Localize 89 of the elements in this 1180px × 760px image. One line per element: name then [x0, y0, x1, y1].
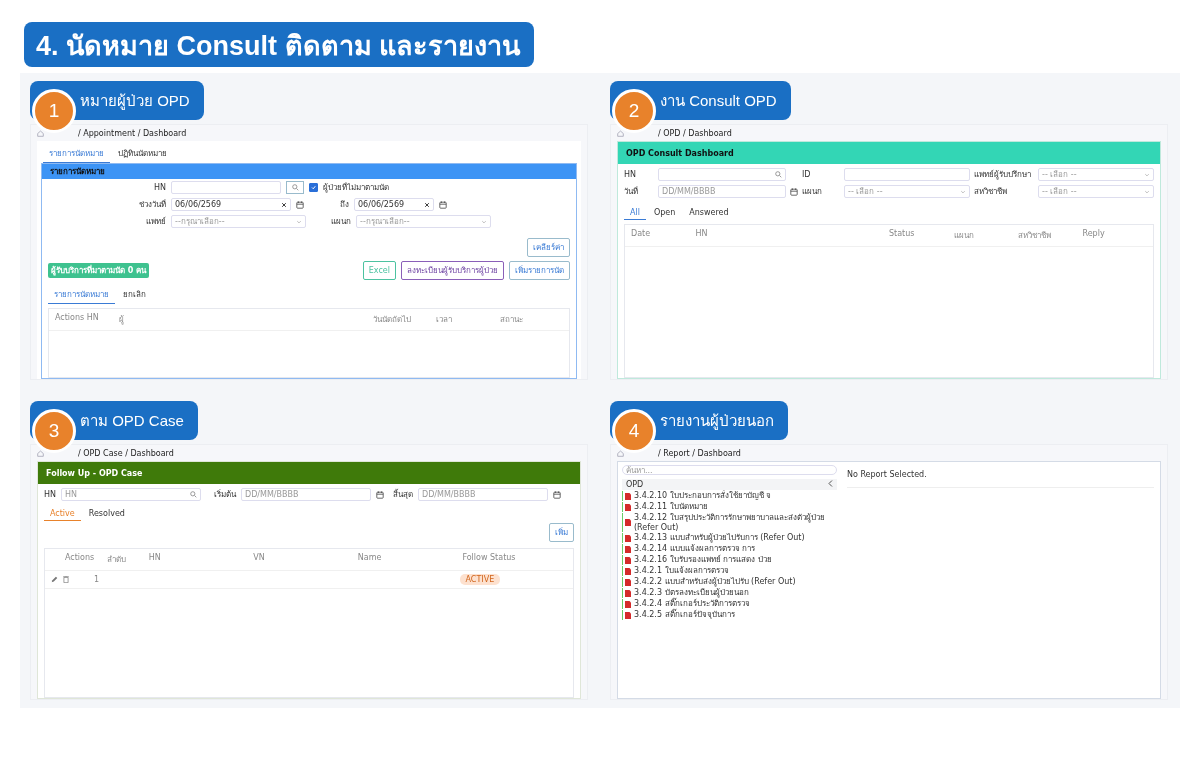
- page-title: 4. นัดหมาย Consult ติดตาม และรายงาน: [24, 22, 534, 67]
- caret-icon: [1144, 171, 1150, 178]
- tab[interactable]: Answered: [683, 206, 735, 220]
- column-header: Actions: [55, 313, 86, 324]
- card-header: รายการนัดหมาย: [42, 164, 576, 179]
- column-header: VN: [253, 553, 266, 564]
- search-icon: [190, 491, 197, 498]
- search-icon: [291, 184, 299, 191]
- tab[interactable]: All: [624, 206, 646, 220]
- field-label: แผนก: [802, 186, 823, 198]
- column-header: HN: [695, 229, 708, 238]
- id-field[interactable]: [844, 168, 970, 181]
- column-header: สถานะ: [499, 314, 524, 326]
- field-label: HN: [44, 490, 56, 499]
- column-header: HN: [86, 313, 100, 324]
- register-button[interactable]: ลงทะเบียนผู้รับบริการผู้ป่วย: [401, 261, 504, 280]
- column-header: Date: [631, 229, 651, 238]
- hn-field[interactable]: [171, 181, 281, 194]
- count-badge: ผู้รับบริการที่มาตามนัด 0 คน: [48, 263, 150, 278]
- add-button[interactable]: เพิ่ม: [549, 523, 574, 542]
- field-label: แพทย์ผู้รับปรึกษา: [974, 169, 1032, 181]
- search-button[interactable]: [286, 181, 304, 194]
- column-header: Follow Status: [462, 553, 517, 564]
- check-icon: [311, 185, 316, 190]
- column-header: HN: [148, 553, 162, 564]
- caret-icon: [1144, 188, 1150, 195]
- calendar-icon[interactable]: [376, 490, 384, 499]
- calendar-icon[interactable]: [296, 200, 304, 209]
- home-icon[interactable]: [37, 449, 44, 457]
- home-icon[interactable]: [37, 129, 44, 137]
- column-header: วันนัดถัดไป: [372, 314, 412, 326]
- clear-icon[interactable]: [281, 201, 287, 208]
- home-icon[interactable]: [617, 449, 624, 457]
- card-header: Follow Up - OPD Case: [38, 462, 580, 484]
- status-badge: ACTIVE: [459, 574, 501, 585]
- delete-icon[interactable]: [63, 576, 69, 583]
- field-label: แผนก: [330, 216, 351, 228]
- hn-field[interactable]: [658, 168, 786, 181]
- group-header[interactable]: OPD: [622, 479, 837, 490]
- clear-icon[interactable]: [424, 201, 430, 208]
- tab[interactable]: รายการนัดหมาย: [43, 145, 110, 163]
- checkbox-label: ผู้ป่วยที่ไม่มาตามนัด: [323, 181, 389, 194]
- field-label: วันที่: [624, 185, 639, 198]
- tab[interactable]: ปฏิทินนัดหมาย: [112, 145, 173, 163]
- breadcrumb: / OPD / Dashboard: [657, 128, 732, 138]
- column-header: สหวิชาชีพ: [1018, 231, 1051, 240]
- column-header: Name: [357, 553, 383, 564]
- table-cell: 1: [94, 575, 100, 584]
- date-field[interactable]: 06/06/2569: [171, 198, 291, 211]
- calendar-icon[interactable]: [790, 187, 798, 196]
- field-label: HN: [624, 170, 637, 179]
- field-label: ช่วงวันที่: [138, 198, 166, 211]
- search-icon: [775, 171, 782, 178]
- chevron-icon[interactable]: [828, 480, 833, 487]
- column-header: เวลา: [436, 314, 453, 326]
- field-label: แพทย์: [145, 216, 166, 228]
- tab[interactable]: Open: [647, 206, 682, 220]
- edit-icon[interactable]: [51, 576, 58, 583]
- breadcrumb: / Report / Dashboard: [657, 448, 741, 458]
- field-label: HN: [153, 183, 166, 192]
- column-header: ผู้: [118, 314, 125, 326]
- calendar-icon[interactable]: [439, 200, 447, 209]
- clear-button[interactable]: เคลียร์ค่า: [527, 238, 570, 257]
- home-icon[interactable]: [617, 129, 624, 137]
- field-label: เริ่มต้น: [214, 488, 236, 501]
- field-label: สหวิชาชีพ: [974, 186, 1008, 198]
- caret-icon: [481, 218, 487, 225]
- column-header: ลำดับ: [106, 554, 127, 566]
- card-header: OPD Consult Dashboard: [618, 142, 1160, 164]
- field-label: ID: [802, 170, 812, 179]
- pdf-file-icon: [625, 519, 631, 526]
- tab[interactable]: Resolved: [82, 507, 131, 521]
- column-header: Actions: [65, 553, 96, 564]
- column-header: Reply: [1082, 229, 1105, 238]
- column-header: แผนก: [953, 231, 974, 240]
- caret-icon: [960, 188, 966, 195]
- tab[interactable]: รายการนัดหมาย: [48, 286, 115, 304]
- breadcrumb: / Appointment / Dashboard: [77, 128, 187, 138]
- checkbox[interactable]: [309, 183, 318, 192]
- breadcrumb: / OPD Case / Dashboard: [77, 448, 174, 458]
- empty-message: No Report Selected.: [847, 470, 927, 479]
- tab[interactable]: ยกเลิก: [117, 286, 152, 304]
- date-field[interactable]: 06/06/2569: [354, 198, 434, 211]
- field-label: ถึง: [339, 199, 349, 211]
- column-header: Status: [889, 229, 915, 238]
- caret-icon: [296, 218, 302, 225]
- calendar-icon[interactable]: [553, 490, 561, 499]
- field-label: สิ้นสุด: [393, 488, 413, 501]
- add-button[interactable]: เพิ่มรายการนัด: [509, 261, 570, 280]
